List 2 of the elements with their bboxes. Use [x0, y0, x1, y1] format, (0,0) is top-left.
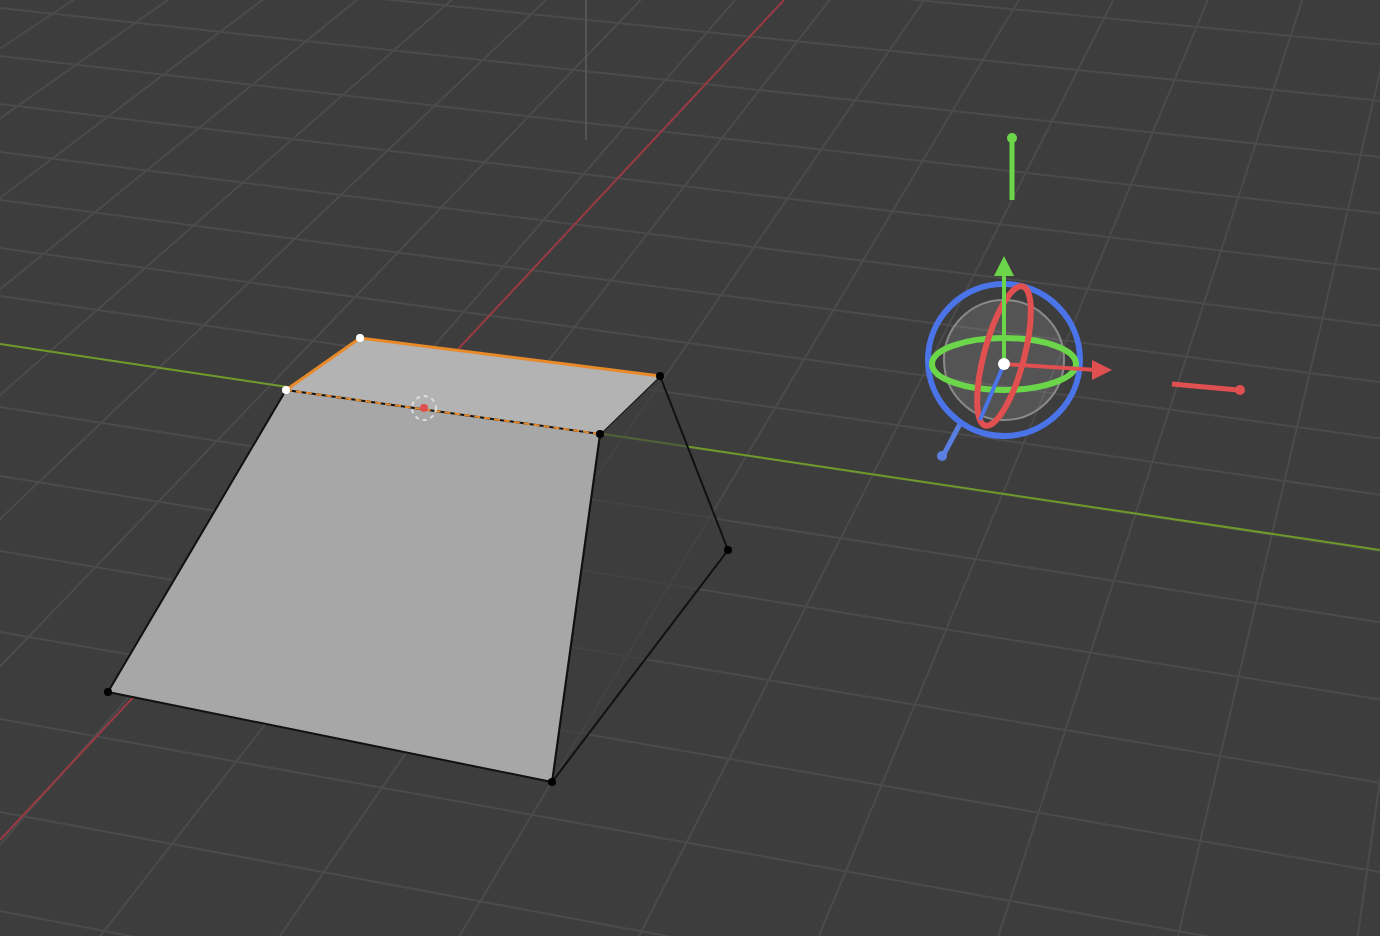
mesh-drawing[interactable] [104, 334, 732, 786]
transform-gizmo-drawing[interactable] [925, 133, 1245, 461]
